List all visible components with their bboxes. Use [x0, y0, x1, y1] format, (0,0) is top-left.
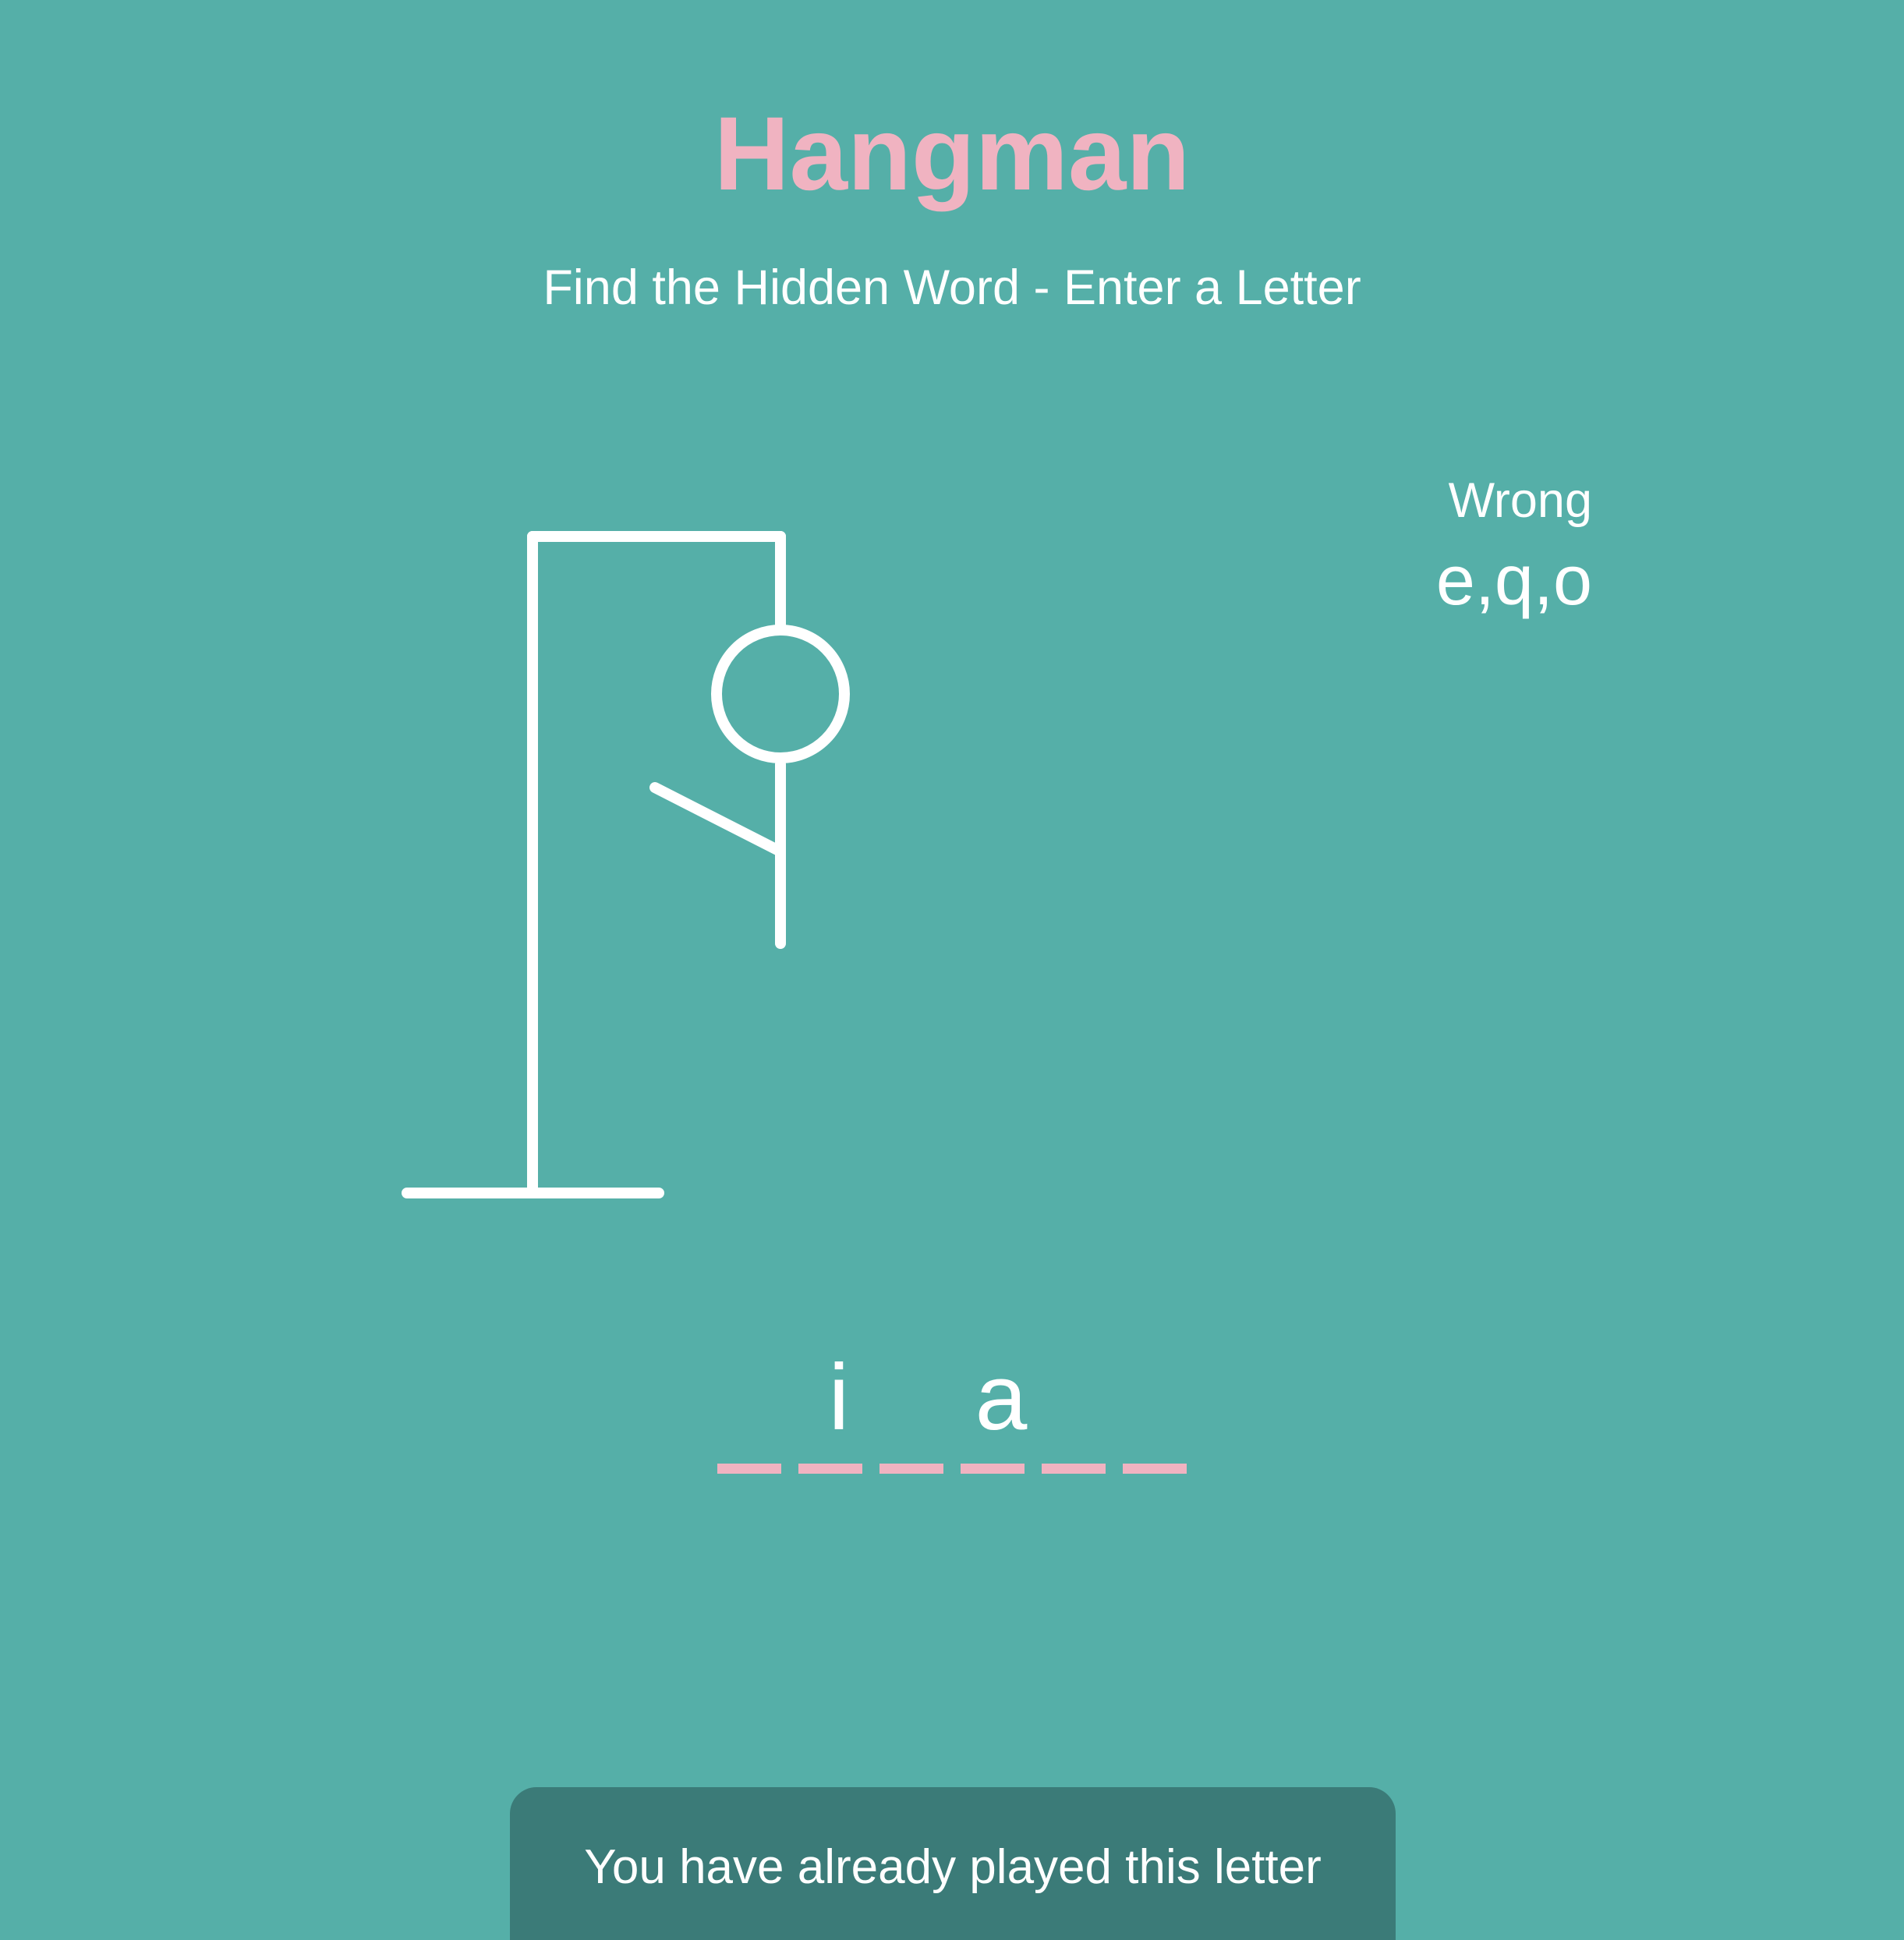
letter-underline [1042, 1464, 1106, 1474]
letter-slot [879, 1341, 961, 1474]
letter-underline [879, 1464, 943, 1474]
wrong-letters-panel: Wrong e,q,o [1436, 472, 1592, 623]
letter-char: i [828, 1345, 850, 1450]
instructions-subtitle: Find the Hidden Word - Enter a Letter [543, 260, 1361, 315]
letter-slot: i [798, 1341, 879, 1474]
wrong-letters-list: e,q,o [1435, 541, 1592, 620]
hangman-game: Hangman Find the Hidden Word - Enter a L… [0, 0, 1904, 1940]
letter-underline [798, 1464, 862, 1474]
letter-underline [1123, 1464, 1187, 1474]
game-title: Hangman [713, 96, 1191, 212]
wrong-label: Wrong [1448, 473, 1592, 528]
letter-slot: a [961, 1341, 1042, 1474]
hidden-word: ia [717, 1341, 1204, 1474]
figure-head [711, 625, 850, 763]
letter-underline [717, 1464, 781, 1474]
letter-slot [1042, 1341, 1123, 1474]
letter-char: a [975, 1345, 1028, 1450]
notification-message: You have already played this letter [584, 1840, 1322, 1894]
hangman-figure [402, 531, 850, 1198]
notification-toast: You have already played this letter [510, 1787, 1396, 1940]
letter-slot [717, 1341, 798, 1474]
figure-left-arm [649, 782, 783, 855]
letter-underline [961, 1464, 1025, 1474]
letter-slot [1123, 1341, 1204, 1474]
